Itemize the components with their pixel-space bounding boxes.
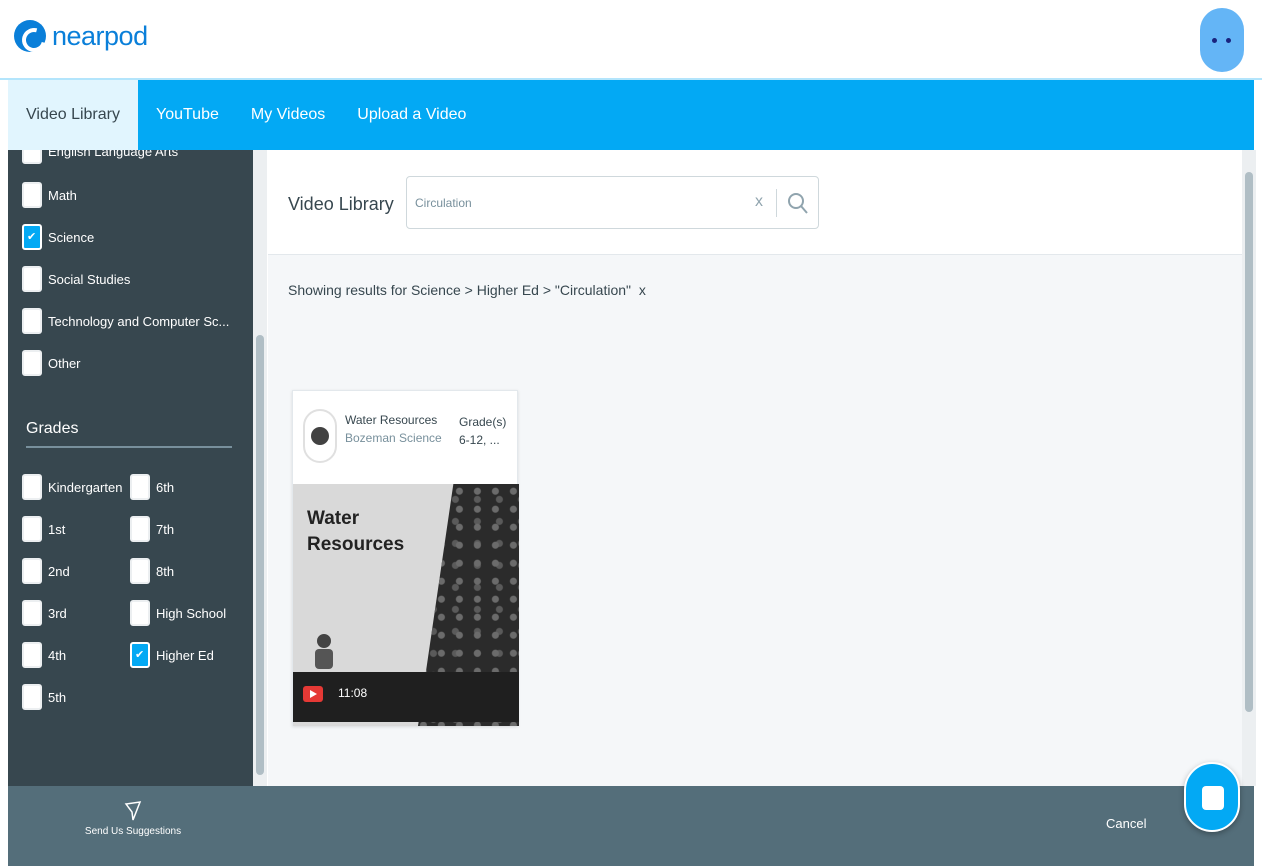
- duration-bar: 11:08: [293, 672, 519, 722]
- results-text: Showing results for Science > Higher Ed …: [288, 282, 631, 298]
- subject-filter-other[interactable]: Other: [22, 350, 81, 376]
- checkbox[interactable]: [22, 516, 42, 542]
- checkbox[interactable]: [22, 474, 42, 500]
- search-bar: Video Library x: [268, 150, 1242, 255]
- grade-filter-3rd[interactable]: 3rd: [22, 600, 67, 626]
- grades-value: 6-12, ...: [459, 433, 500, 447]
- checkbox[interactable]: [22, 600, 42, 626]
- checkbox[interactable]: [22, 266, 42, 292]
- scrollbar-thumb[interactable]: [256, 335, 264, 775]
- search-label: Video Library: [288, 194, 394, 214]
- checkbox-label: 6th: [156, 479, 175, 495]
- tab-youtube[interactable]: YouTube: [138, 80, 229, 150]
- checkbox-checked[interactable]: [130, 642, 150, 668]
- checkbox-label: 7th: [156, 521, 175, 537]
- checkbox[interactable]: [22, 558, 42, 584]
- footer-bar: Send Us Suggestions Cancel: [8, 786, 1254, 866]
- subject-filter-math[interactable]: Math: [22, 182, 77, 208]
- checkbox[interactable]: [130, 474, 150, 500]
- video-thumbnail[interactable]: Water Resources 11:08: [293, 484, 519, 726]
- checkbox-label: Social Studies: [48, 271, 131, 287]
- grade-filter-kindergarten[interactable]: Kindergarten: [22, 474, 122, 500]
- send-suggestions-label: Send Us Suggestions: [84, 826, 182, 837]
- checkbox[interactable]: [22, 182, 42, 208]
- checkbox[interactable]: [130, 516, 150, 542]
- video-channel: Bozeman Science: [345, 431, 442, 445]
- logo-text: nearpod: [52, 20, 148, 51]
- grades-heading: Grades: [26, 420, 232, 448]
- checkbox[interactable]: [22, 308, 42, 334]
- grade-filter-6th[interactable]: 6th: [130, 474, 174, 500]
- checkbox[interactable]: [22, 150, 42, 164]
- main-scrollbar[interactable]: [1242, 150, 1256, 786]
- checkbox-label: 5th: [48, 689, 67, 705]
- checkbox-label: 8th: [156, 563, 175, 579]
- checkbox-label: Math: [48, 187, 77, 203]
- checkbox-label: English Language Arts: [48, 150, 179, 159]
- search-input[interactable]: [415, 177, 745, 228]
- tab-my-videos[interactable]: My Videos: [229, 80, 335, 150]
- subject-filter-social-studies[interactable]: Social Studies: [22, 266, 130, 292]
- checkbox[interactable]: [22, 350, 42, 376]
- checkbox-checked[interactable]: [22, 224, 42, 250]
- chat-icon[interactable]: [1184, 762, 1240, 832]
- nearpod-logo[interactable]: nearpod: [14, 20, 148, 52]
- checkbox-label: Other: [48, 355, 81, 371]
- channel-avatar: [303, 409, 337, 463]
- subject-filter-technology[interactable]: Technology and Computer Sc...: [22, 308, 229, 334]
- grade-filter-4th[interactable]: 4th: [22, 642, 66, 668]
- checkbox-label: Science: [48, 229, 95, 245]
- checkbox-label: Kindergarten: [48, 479, 123, 495]
- top-bar: nearpod: [0, 0, 1262, 80]
- checkbox-label: 4th: [48, 647, 67, 663]
- checkbox-label: 1st: [48, 521, 66, 537]
- tab-bar: Video Library YouTube My Videos Upload a…: [8, 80, 1254, 150]
- sidebar-scrollbar[interactable]: [253, 150, 267, 786]
- send-icon: [124, 801, 142, 821]
- grades-label: Grade(s): [459, 415, 507, 429]
- search-divider: [776, 189, 777, 217]
- user-avatar[interactable]: [1200, 8, 1244, 72]
- grade-filter-high-school[interactable]: High School: [130, 600, 226, 626]
- youtube-play-icon: [303, 686, 323, 702]
- checkbox-label: 3rd: [48, 605, 67, 621]
- results-summary: Showing results for Science > Higher Ed …: [288, 282, 646, 298]
- main-content: Video Library x Showing results for Scie…: [268, 150, 1242, 786]
- search-icon[interactable]: [785, 189, 811, 217]
- checkbox-label: Technology and Computer Sc...: [48, 313, 230, 329]
- grade-filter-2nd[interactable]: 2nd: [22, 558, 70, 584]
- subject-filter-science[interactable]: Science: [22, 224, 94, 250]
- clear-search-button[interactable]: x: [755, 193, 763, 211]
- subject-filter-ela[interactable]: English Language Arts: [22, 150, 178, 164]
- video-duration: 11:08: [338, 686, 368, 700]
- clear-filters-button[interactable]: x: [639, 282, 646, 298]
- checkbox[interactable]: [22, 684, 42, 710]
- video-title: Water Resources: [345, 413, 438, 427]
- checkbox-label: Higher Ed: [156, 647, 214, 663]
- mascot-icon: [313, 634, 335, 670]
- nearpod-logo-icon: [14, 20, 46, 52]
- grade-filter-higher-ed[interactable]: Higher Ed: [130, 642, 214, 668]
- send-suggestions-button[interactable]: Send Us Suggestions: [68, 800, 198, 837]
- video-card[interactable]: Water Resources Bozeman Science Grade(s)…: [292, 390, 519, 726]
- checkbox[interactable]: [22, 642, 42, 668]
- thumbnail-title: Water Resources: [307, 508, 405, 555]
- grade-filter-5th[interactable]: 5th: [22, 684, 66, 710]
- video-card-header: Water Resources Bozeman Science Grade(s)…: [293, 391, 519, 484]
- scrollbar-thumb[interactable]: [1245, 172, 1253, 712]
- checkbox[interactable]: [130, 600, 150, 626]
- cancel-button[interactable]: Cancel: [1106, 816, 1146, 831]
- checkbox[interactable]: [130, 558, 150, 584]
- search-box: x: [406, 176, 819, 229]
- tab-video-library[interactable]: Video Library: [8, 80, 138, 150]
- checkbox-label: High School: [156, 605, 227, 621]
- grade-filter-7th[interactable]: 7th: [130, 516, 174, 542]
- video-grades: Grade(s) 6-12, ...: [459, 413, 515, 449]
- grade-filter-1st[interactable]: 1st: [22, 516, 65, 542]
- filter-sidebar: English Language Arts Math Science Socia…: [8, 150, 253, 786]
- grade-filter-8th[interactable]: 8th: [130, 558, 174, 584]
- checkbox-label: 2nd: [48, 563, 70, 579]
- tab-upload-video[interactable]: Upload a Video: [335, 80, 476, 150]
